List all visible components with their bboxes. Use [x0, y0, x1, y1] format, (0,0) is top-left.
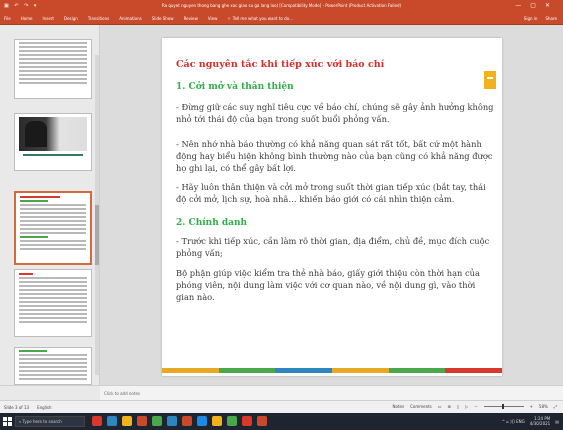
taskbar-app-icon[interactable] [122, 416, 132, 426]
zoom-slider-thumb[interactable] [501, 404, 504, 409]
window-controls: —▢✕ [515, 2, 559, 9]
stripe-segment [275, 368, 333, 373]
thumbnails-scrollbar[interactable] [95, 55, 99, 375]
tab-slide-show[interactable]: Slide Show [152, 16, 174, 21]
status-bar: Slide 3 of 13 English Notes Comments ▭ ⊞… [0, 400, 563, 413]
tab-insert[interactable]: Insert [43, 16, 54, 21]
tab-review[interactable]: Review [184, 16, 198, 21]
maximize-button[interactable]: ▢ [530, 2, 545, 9]
tab-design[interactable]: Design [64, 16, 78, 21]
windows-taskbar: ⌕ Type here to search ^ ⌂ ))) ENG 1:24 P… [0, 413, 563, 430]
taskbar-app-icon[interactable] [257, 416, 267, 426]
taskbar-search-box[interactable]: ⌕ Type here to search [15, 416, 85, 427]
window-title: Ra quyet nguyen thong bang ghe xac giao … [161, 3, 402, 8]
tab-view[interactable]: View [208, 16, 218, 21]
stripe-segment [218, 368, 276, 373]
tab-file[interactable]: File [4, 16, 11, 21]
notes-button[interactable]: Notes [393, 404, 405, 409]
normal-view-icon[interactable]: ▭ [438, 404, 442, 409]
bookmark-badge-icon [484, 71, 496, 89]
taskbar-app-icon[interactable] [197, 416, 207, 426]
slide-thumbnail-selected[interactable] [14, 191, 92, 265]
notes-spacer [0, 385, 100, 400]
slide-thumbnail[interactable] [14, 347, 92, 385]
tell-me-label: Tell me what you want to do... [232, 16, 293, 21]
taskbar-app-icon[interactable] [167, 416, 177, 426]
scrollbar-thumb[interactable] [95, 205, 99, 265]
slide-thumbnails-pane [0, 25, 100, 385]
zoom-in-button[interactable]: + [530, 404, 533, 409]
zoom-out-button[interactable]: − [474, 404, 477, 409]
slide-canvas: Các nguyên tắc khi tiếp xúc với báo chí … [100, 25, 563, 385]
title-bar: ▣ ↶ ↷ ▾ Ra quyet nguyen thong bang ghe x… [0, 0, 563, 12]
paragraph-5[interactable]: Bộ phận giúp việc kiểm tra thẻ nhà báo, … [176, 267, 496, 303]
system-tray: ^ ⌂ ))) ENG 1:24 PM 4/30/2021 ▤ [502, 416, 559, 426]
slide-title[interactable]: Các nguyên tắc khi tiếp xúc với báo chí [176, 59, 384, 70]
zoom-level[interactable]: 58% [539, 404, 548, 409]
section-heading-2[interactable]: 2. Chính danh [176, 218, 247, 228]
language-indicator[interactable]: English [37, 405, 51, 410]
tab-transitions[interactable]: Transitions [88, 16, 109, 21]
taskbar-app-icon[interactable] [227, 416, 237, 426]
taskbar-app-icon[interactable] [152, 416, 162, 426]
tab-home[interactable]: Home [21, 16, 33, 21]
paragraph-2[interactable]: - Nên nhớ nhà báo thường có khả năng qua… [176, 138, 496, 174]
slideshow-icon[interactable]: ▷ [465, 404, 468, 409]
paragraph-4[interactable]: - Trước khi tiếp xúc, cần làm rõ thời gi… [176, 235, 496, 259]
start-button[interactable] [3, 417, 12, 426]
fit-to-window-icon[interactable]: ⤢ [554, 404, 557, 409]
taskbar-app-icon[interactable] [182, 416, 192, 426]
paragraph-1[interactable]: - Đừng giữ các suy nghĩ tiêu cực về báo … [176, 101, 496, 125]
lightbulb-icon: ✧ [227, 16, 231, 21]
share-button[interactable]: Share [545, 16, 557, 21]
notes-placeholder: Click to add notes [104, 391, 140, 396]
taskbar-app-icon[interactable] [107, 416, 117, 426]
zoom-slider[interactable] [483, 404, 524, 409]
comments-button[interactable]: Comments [410, 404, 432, 409]
slide-thumbnail[interactable] [14, 39, 92, 99]
paragraph-3[interactable]: - Hãy luôn thân thiện và cởi mở trong su… [176, 181, 496, 205]
clock-date: 4/30/2021 [529, 421, 551, 426]
minimize-button[interactable]: — [515, 2, 530, 9]
color-stripe [162, 368, 503, 373]
taskbar-search-placeholder: Type here to search [22, 419, 62, 424]
pinned-apps [92, 416, 267, 426]
stripe-segment [388, 368, 446, 373]
slide-thumbnail[interactable] [14, 269, 92, 337]
reading-view-icon[interactable]: ▯ [457, 404, 459, 409]
current-slide[interactable]: Các nguyên tắc khi tiếp xúc với báo chí … [162, 38, 503, 376]
taskbar-app-icon[interactable] [137, 416, 147, 426]
slide-sorter-icon[interactable]: ⊞ [448, 404, 451, 409]
taskbar-app-icon[interactable] [92, 416, 102, 426]
taskbar-app-icon[interactable] [242, 416, 252, 426]
stripe-segment [332, 368, 389, 373]
taskbar-app-icon[interactable] [212, 416, 222, 426]
clock[interactable]: 1:24 PM 4/30/2021 [530, 416, 551, 426]
tab-animations[interactable]: Animations [119, 16, 141, 21]
stripe-segment [445, 368, 503, 373]
powerpoint-window: ▣ ↶ ↷ ▾ Ra quyet nguyen thong bang ghe x… [0, 0, 563, 430]
slide-counter: Slide 3 of 13 [4, 405, 30, 410]
section-heading-1[interactable]: 1. Cởi mở và thân thiện [176, 82, 294, 92]
slide-thumbnail[interactable] [14, 113, 92, 171]
notes-pane[interactable]: Click to add notes [100, 385, 563, 400]
close-button[interactable]: ✕ [545, 2, 559, 9]
tray-icons[interactable]: ^ ⌂ ))) ENG [502, 419, 525, 424]
photo-thumbnail [19, 117, 87, 151]
stripe-segment [162, 368, 219, 373]
notification-icon[interactable]: ▤ [555, 419, 559, 424]
sign-in-link[interactable]: Sign in [524, 16, 538, 21]
tell-me-box[interactable]: ✧ Tell me what you want to do... [227, 16, 293, 21]
ribbon-tabs: File Home Insert Design Transitions Anim… [0, 12, 563, 25]
